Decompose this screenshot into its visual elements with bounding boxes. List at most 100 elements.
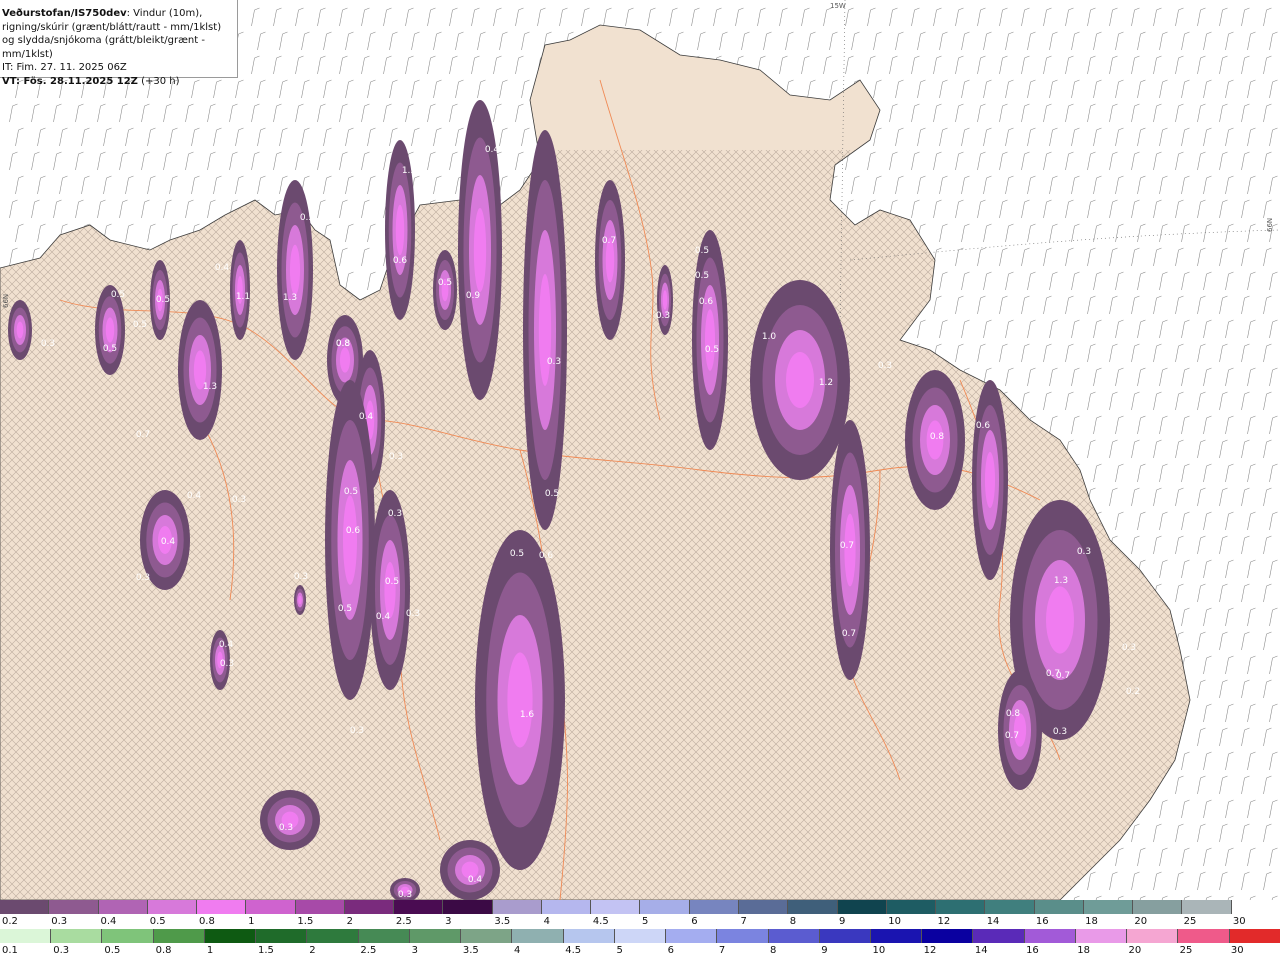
legend_rain-label: 30 [1230, 945, 1244, 956]
precip-value-label: 0.2 [1126, 687, 1140, 697]
precip-value-label: 0.7 [1046, 669, 1060, 679]
legend_rain-swatch [973, 929, 1025, 943]
precip-value-label: 0.3 [1122, 643, 1136, 653]
valid-time: VT: Fös. 28.11.2025 12Z [2, 75, 138, 87]
legend_snow-swatch [837, 900, 887, 914]
legend_rain-label: 8 [770, 945, 777, 956]
precip-value-label: 0.5 [156, 295, 170, 305]
legend_snow-swatch [443, 900, 493, 914]
legend_rain-swatch [1127, 929, 1179, 943]
legend_rain-label: 0.8 [155, 945, 172, 956]
legend_snow-swatch [1034, 900, 1084, 914]
legend_rain-swatch [819, 929, 871, 943]
legend_snow-label: 16 [1035, 916, 1049, 927]
precip-value-label: 0.3 [1077, 547, 1091, 557]
legend_snow-swatch [1083, 900, 1134, 914]
precip-contour [473, 208, 487, 292]
legend_rain-label: 20 [1128, 945, 1142, 956]
legend_rain-swatch [1024, 929, 1076, 943]
precip-value-label: 0.5 [133, 320, 147, 330]
precip-value-label: 0.5 [705, 345, 719, 355]
precip-value-label: 0.5 [300, 213, 314, 223]
legend_snow-label: 1 [248, 916, 255, 927]
legend_rain-label: 2 [309, 945, 316, 956]
precip-value-label: 1.3 [203, 382, 217, 392]
legend_snow-swatch [295, 900, 345, 914]
legend_rain-label: 6 [667, 945, 675, 956]
rain-legend-swatches [0, 929, 1280, 943]
legend_rain-label: 0.3 [53, 945, 70, 956]
precip-value-label: 0.3 [136, 573, 150, 583]
grid-label-left: 66N [2, 294, 10, 308]
precip-value-label: 1.3 [1054, 576, 1068, 586]
precip-value-label: 0.3 [878, 361, 892, 371]
legend_rain-swatch [922, 929, 974, 943]
precip-value-label: 0.7 [602, 236, 616, 246]
precip-value-label: 0.5 [438, 278, 452, 288]
precip-contour [384, 562, 396, 618]
legend_rain-label: 7 [718, 945, 726, 956]
legend_rain-swatch [1178, 929, 1230, 943]
legend_rain-label: 0.5 [104, 945, 121, 956]
precip-contour [343, 495, 357, 585]
precip-value-label: 0.9 [466, 291, 481, 301]
precip-value-label: 0.5 [545, 489, 559, 499]
legend_rain-swatch [666, 929, 718, 943]
precip-value-label: 0.4 [187, 491, 202, 501]
precip-value-label: 0.8 [1006, 709, 1021, 719]
legend_snow-swatch [492, 900, 542, 914]
legend_rain-label: 4 [514, 945, 521, 956]
map-info-box: Veðurstofan/IS750dev: Vindur (10m), rign… [0, 0, 238, 87]
precip-contour [16, 321, 24, 339]
legend_rain-swatch [870, 929, 923, 943]
init-time: IT: Fim. 27. 11. 2025 06Z [2, 62, 127, 73]
grid-label-top: 15W [830, 2, 846, 10]
legend_snow-label: 0.8 [198, 916, 215, 927]
lead-time: (+30 h) [141, 75, 180, 87]
legend_snow-swatch [246, 900, 296, 914]
legend_snow-swatch [344, 900, 395, 914]
precip-value-label: 0.3 [398, 890, 412, 900]
legend_snow-swatch [0, 900, 50, 914]
precip-contour [507, 652, 533, 748]
legend_rain-label: 12 [923, 945, 937, 956]
precip-contour [339, 347, 351, 373]
precip-value-label: 0.3 [232, 495, 246, 505]
precip-value-label: 0.7 [842, 629, 856, 639]
precip-value-label: 0.3 [350, 726, 364, 736]
legend_snow-swatch [541, 900, 592, 914]
precip-value-label: 0.5 [111, 290, 125, 300]
precip-value-label: 1.0 [762, 332, 777, 342]
precip-value-label: 0.8 [336, 339, 351, 349]
precip-value-label: 0.5 [344, 487, 358, 497]
precip-contour [704, 309, 716, 371]
precip-value-label: 0.7 [136, 430, 150, 440]
precip-value-label: 0.4 [161, 537, 176, 547]
precip-value-label: 0.5 [510, 549, 524, 559]
legend_snow-swatch [49, 900, 99, 914]
snow-legend-labels: 0.2 0.3 0.4 0.5 0.8 1 1.5 2 2.5 3 3.5 4 4.5 5 6 7 8 9 10 12… [0, 914, 1280, 929]
weather-map: 0.3 0.5 0.5 0.5 0.5 0.4 1.1 1.3 0.8 1.3 0.7 0.4 0.3 0… [0, 0, 1280, 900]
legend_snow-label: 0.3 [51, 916, 68, 927]
legend_snow-label: 4 [543, 916, 550, 927]
precip-value-label: 0.7 [840, 541, 854, 551]
legend_snow-label: 10 [888, 916, 901, 927]
legend_rain-label: 2.5 [360, 945, 377, 956]
legend_snow-label: 3.5 [494, 916, 511, 927]
precip-value-label: 1.5 [402, 166, 416, 176]
precip-value-label: 0.3 [389, 452, 403, 462]
precip-contour [538, 274, 552, 386]
precip-value-label: 0.4 [215, 263, 230, 273]
rain-legend: 0.1 0.3 0.5 0.8 1 1.5 2 2.5 3 3.5 4 4.5 5 6 7 8 9 10 12 14 1… [0, 929, 1280, 958]
legend_rain-swatch [358, 929, 410, 943]
precip-value-label: 1.3 [283, 293, 297, 303]
legend_rain-swatch [51, 929, 103, 943]
legend_snow-label: 2.5 [395, 916, 412, 927]
precip-value-label: 1.1 [236, 292, 250, 302]
precip-value-label: 1.6 [520, 710, 535, 720]
legend_rain-label: 3.5 [462, 945, 479, 956]
legend_snow-label: 3 [445, 916, 452, 927]
legend_snow-label: 0.4 [100, 916, 117, 927]
legend_snow-label: 7 [740, 916, 747, 927]
legend_rain-swatch [768, 929, 820, 943]
